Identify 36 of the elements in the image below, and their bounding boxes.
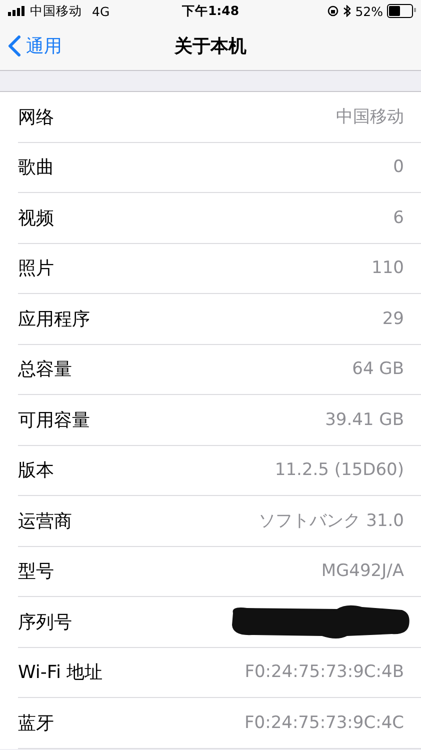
row-value: 11.2.5 (15D60) xyxy=(274,460,404,480)
row-label: 网络 xyxy=(18,106,54,129)
bluetooth-icon xyxy=(343,5,352,17)
row-label: 总容量 xyxy=(18,358,72,382)
network-type: 4G xyxy=(92,4,110,18)
row-label: 照片 xyxy=(18,257,54,280)
chevron-left-icon xyxy=(8,35,21,57)
row-value: 6 xyxy=(393,208,404,228)
battery-percent: 52% xyxy=(355,4,383,18)
row-value: MG492J/A xyxy=(321,561,404,582)
row-label: 视频 xyxy=(18,206,54,230)
row-value: ソフトバンク 31.0 xyxy=(258,510,404,532)
status-time: 下午1:48 xyxy=(182,3,240,20)
back-button[interactable]: 通用 xyxy=(0,34,70,58)
row-value: F0:24:75:73:9C:4B xyxy=(244,662,404,682)
row-value: 29 xyxy=(382,308,404,329)
signal-icon xyxy=(8,6,26,16)
row-value: 110 xyxy=(372,258,404,278)
row-label: 运营商 xyxy=(18,510,72,533)
row-label: Wi-Fi 地址 xyxy=(18,661,103,684)
row-value: 0 xyxy=(393,157,404,178)
row-value: F0:24:75:73:9C:4C xyxy=(244,712,404,733)
battery-icon xyxy=(387,4,413,18)
row-label: 版本 xyxy=(18,459,54,482)
carrier-name: 中国移动 xyxy=(30,2,82,20)
row-label: 歌曲 xyxy=(18,156,54,180)
page-title: 关于本机 xyxy=(174,35,246,58)
row-label: 序列号 xyxy=(18,610,72,634)
row-label: 型号 xyxy=(18,560,54,584)
row-label: 蓝牙 xyxy=(18,712,54,735)
rotation-lock-icon xyxy=(327,5,340,17)
row-value: 64 GB xyxy=(352,359,404,380)
row-label: 应用程序 xyxy=(18,308,90,331)
row-label: 可用容量 xyxy=(18,408,90,432)
row-value: 中国移动 xyxy=(336,106,404,128)
row-value: 39.41 GB xyxy=(325,410,404,430)
